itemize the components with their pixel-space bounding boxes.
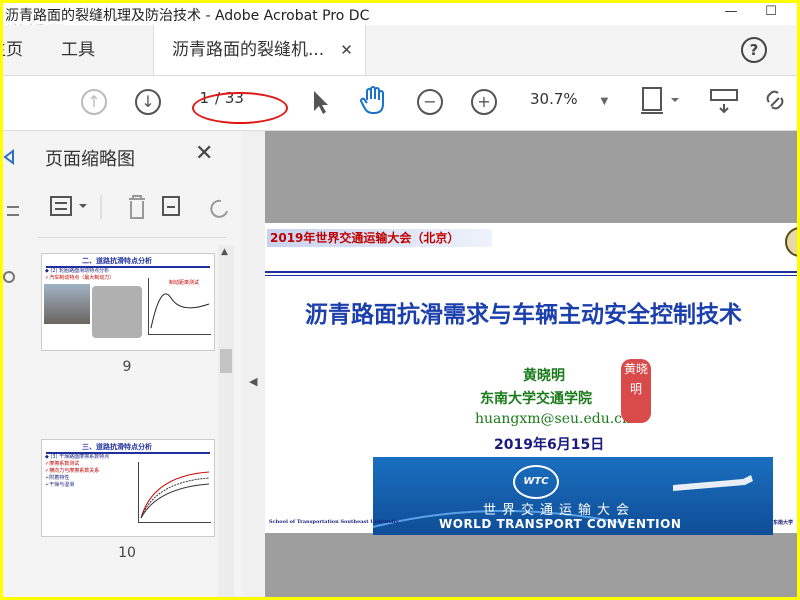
thumbnail-options-icon[interactable] (50, 196, 87, 216)
minimize-button[interactable]: — (711, 4, 751, 24)
header-rule (265, 275, 797, 276)
tab-document[interactable]: 沥青路面的裂缝机... ✕ (153, 25, 366, 75)
scrollbar-thumb[interactable] (220, 349, 232, 373)
slide-email: huangxm@seu.edu.cn (475, 411, 632, 427)
left-icon-rail (3, 131, 26, 597)
tab-document-label: 沥青路面的裂缝机... (172, 40, 325, 60)
page-fit-icon (641, 87, 679, 114)
thumbnail-page-10[interactable]: 三、道路抗滑特点分析 ◆ (3) 干燥路面摩擦系数特点 ✓摩擦系数测试 ✓横向力… (41, 439, 215, 537)
select-tool-button[interactable] (311, 88, 329, 116)
toolbar: ↑ ↓ / 33 − + 30.7% ▼ (3, 76, 797, 131)
thumbnail-page-number: 10 (118, 545, 136, 561)
close-panel-icon[interactable]: ✕ (195, 141, 213, 166)
tab-home[interactable]: 主页 (3, 25, 23, 75)
panel-toolbar (45, 193, 235, 223)
slide-footer-left: School of Transportation Southeast Unive… (269, 519, 399, 525)
slide-author: 黄晓明 (523, 368, 565, 384)
annotation-highlight-ellipse (192, 92, 288, 124)
tab-bar: 主页 工具 沥青路面的裂缝机... ✕ ? (3, 25, 797, 76)
slide-date: 2019年6月15日 (494, 437, 605, 453)
document-view[interactable]: 2019年世界交通运输大会（北京） 沥青路面抗滑需求与车辆主动安全控制技术 黄晓… (265, 131, 797, 597)
thumbnail-page-number: 9 (122, 359, 132, 375)
previous-page-button[interactable]: ↑ (81, 89, 107, 117)
conference-band: 2019年世界交通运输大会（北京） (267, 229, 492, 247)
tab-close-icon[interactable]: ✕ (340, 41, 353, 59)
thumbnail-page-9[interactable]: 二、道路抗滑特点分析 ◆ (2) 轮胎路面滑动特点分析 ✓汽车制动特点（最大制动… (41, 253, 215, 351)
cursor-arrow-icon (314, 91, 328, 114)
thumbnail-scrollbar[interactable]: ▲ (218, 245, 234, 597)
collapse-left-icon[interactable]: ◀ (249, 375, 257, 388)
slide-institution: 东南大学交通学院 (480, 391, 592, 407)
title-bar: 沥青路面的裂缝机理及防治技术 - Adobe Acrobat Pro DC — … (3, 3, 797, 25)
minus-icon: − (417, 89, 443, 115)
rotate-icon[interactable] (210, 199, 228, 218)
thumbnail-header: 二、道路抗滑特点分析 (82, 257, 152, 265)
zoom-dropdown[interactable]: 30.7% ▼ (530, 90, 608, 108)
delete-page-icon[interactable] (129, 195, 145, 219)
banner-chinese: 世界交通运输大会 (483, 503, 636, 518)
thumbnail-line: ◆ (2) 轮胎路面滑动特点分析 (45, 268, 110, 274)
thumbnail-line: ◆ (3) 干燥路面摩擦系数特点 (45, 454, 110, 460)
share-link-button[interactable] (763, 88, 795, 116)
zoom-value: 30.7% (530, 90, 578, 108)
thumbnail-header: 三、道路抗滑特点分析 (82, 443, 152, 451)
insert-page-icon[interactable] (162, 196, 180, 216)
page-thumbnails-panel: 页面缩略图 ✕ 二、道路抗滑特点分析 ◆ (2) 轮胎路面滑动特点分析 ✓汽车制… (25, 131, 244, 597)
panel-divider (37, 237, 227, 238)
plus-icon: + (471, 89, 497, 115)
zoom-in-button[interactable]: + (471, 89, 497, 117)
tester-photo (92, 286, 142, 338)
header-rule (265, 271, 797, 273)
road-photo (44, 284, 90, 324)
hand-tool-button[interactable] (359, 86, 387, 114)
keyboard-icon (710, 89, 738, 114)
page-fit-button[interactable] (639, 86, 679, 114)
scroll-up-icon[interactable]: ▲ (221, 247, 228, 257)
help-icon[interactable]: ? (741, 37, 767, 63)
next-page-button[interactable]: ↓ (135, 89, 161, 117)
zoom-out-button[interactable]: − (417, 89, 443, 117)
panel-collapse-strip[interactable]: ◀ (243, 131, 265, 597)
tab-tools[interactable]: 工具 (61, 25, 95, 75)
slide-footer-right: 东南大学 (773, 520, 794, 526)
acrobat-window: 沥青路面的裂缝机理及防治技术 - Adobe Acrobat Pro DC — … (3, 3, 797, 597)
hand-icon (360, 86, 384, 114)
maximize-button[interactable]: ☐ (751, 4, 791, 24)
university-emblem-icon (785, 227, 797, 257)
slide-title: 沥青路面抗滑需求与车辆主动安全控制技术 (305, 302, 742, 328)
arrow-up-icon: ↑ (81, 89, 107, 115)
link-icon (766, 90, 784, 110)
pdf-page: 2019年世界交通运输大会（北京） 沥青路面抗滑需求与车辆主动安全控制技术 黄晓… (265, 223, 797, 535)
wtc-logo: WTC (513, 465, 559, 499)
thumbnail-line: 制动距离测试 (169, 280, 200, 286)
scroll-mode-button[interactable] (709, 88, 739, 116)
conference-banner: WTC 世界交通运输大会 WORLD TRANSPORT CONVENTION (373, 457, 773, 535)
chevron-down-icon: ▼ (600, 96, 609, 107)
thumbnail-chart (138, 462, 211, 523)
navigation-icons (3, 149, 19, 283)
panel-title: 页面缩略图 (45, 149, 135, 170)
arrow-down-icon: ↓ (135, 89, 161, 115)
banner-english: WORLD TRANSPORT CONVENTION (439, 517, 682, 531)
name-seal: 黄晓明 (621, 359, 651, 423)
